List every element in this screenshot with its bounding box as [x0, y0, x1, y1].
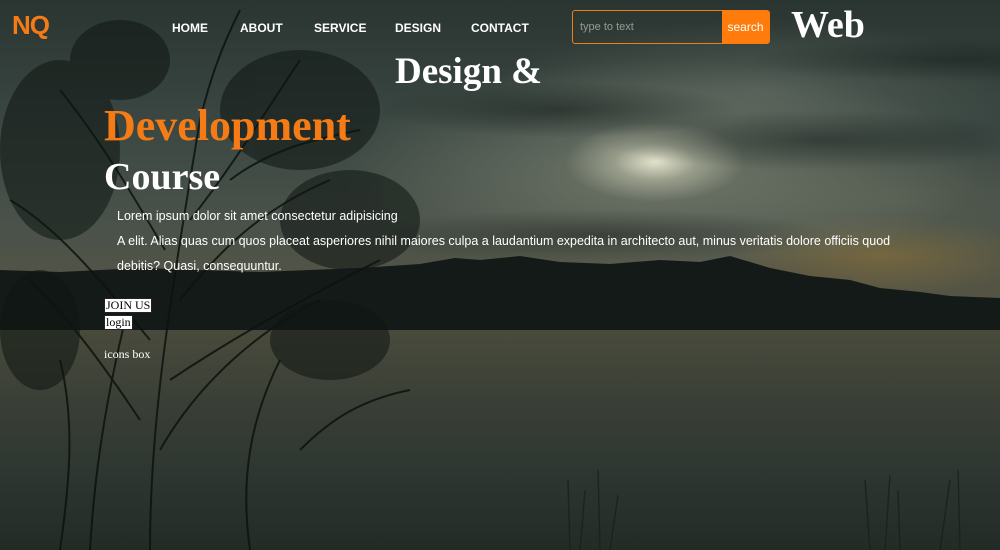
- search-button[interactable]: search: [722, 11, 769, 43]
- login-button[interactable]: login: [104, 315, 133, 330]
- reeds-silhouette: [567, 469, 961, 550]
- hero-heading-design: Design &: [395, 51, 542, 92]
- hero-heading-web: Web: [791, 4, 865, 46]
- nav-contact[interactable]: CONTACT: [471, 21, 529, 35]
- logo[interactable]: NQ: [12, 10, 50, 41]
- icons-box: icons box: [104, 347, 151, 361]
- hero-heading-course: Course: [104, 156, 221, 198]
- search-input[interactable]: [573, 11, 722, 43]
- hero-heading-development: Development: [104, 101, 351, 150]
- hero-paragraph-line: A elit. Alias quas cum quos placeat aspe…: [117, 234, 891, 248]
- hero-paragraph-line: debitis? Quasi, consequuntur.: [117, 259, 282, 273]
- hero-paragraph: Lorem ipsum dolor sit amet consectetur a…: [117, 204, 897, 279]
- join-us-button[interactable]: JOIN US: [104, 298, 153, 313]
- nav-home[interactable]: HOME: [172, 21, 208, 35]
- hero-paragraph-line: Lorem ipsum dolor sit amet consectetur a…: [117, 209, 398, 223]
- nav-service[interactable]: SERVICE: [314, 21, 366, 35]
- nav-design[interactable]: DESIGN: [395, 21, 441, 35]
- search-box: search: [572, 10, 770, 44]
- nav-about[interactable]: ABOUT: [240, 21, 283, 35]
